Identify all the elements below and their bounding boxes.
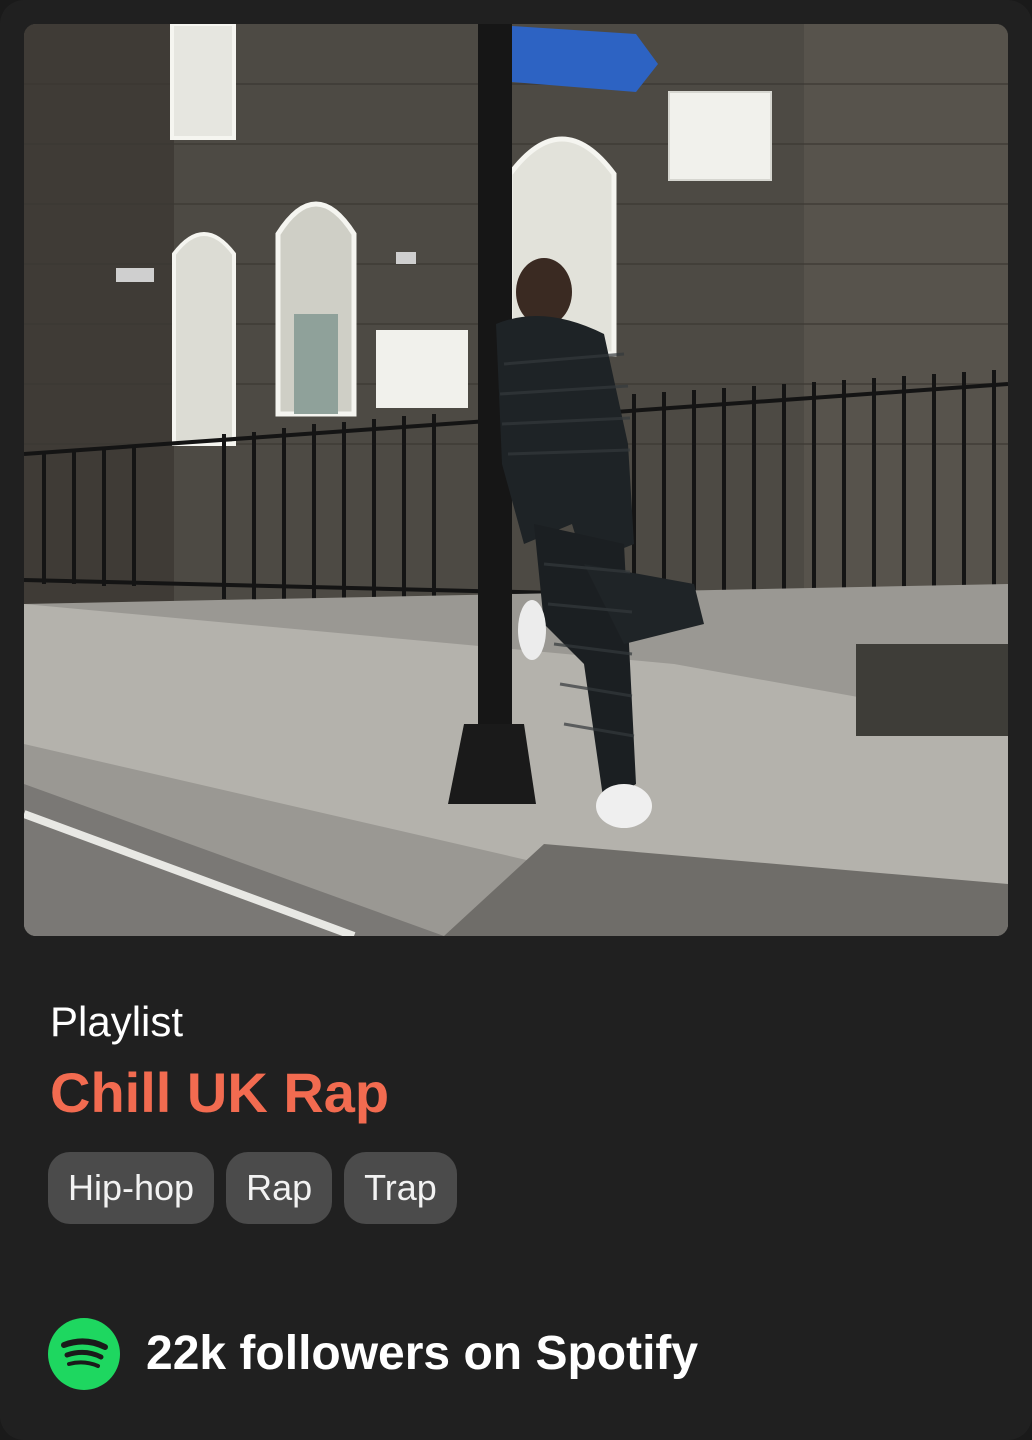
- spotify-icon: [48, 1318, 120, 1390]
- genre-tag-rap[interactable]: Rap: [226, 1152, 333, 1224]
- playlist-cover-image: [24, 24, 1008, 936]
- cover-photo-illustration: [24, 24, 1008, 936]
- followers-count-text: 22k followers on Spotify: [146, 1327, 699, 1380]
- genre-tag-hip-hop[interactable]: Hip-hop: [48, 1152, 215, 1224]
- playlist-title[interactable]: Chill UK Rap: [50, 1058, 389, 1128]
- playlist-card[interactable]: Playlist Chill UK Rap Hip-hop Rap Trap 2…: [0, 0, 1032, 1440]
- spotify-followers-row[interactable]: 22k followers on Spotify: [48, 1318, 698, 1390]
- genre-tag-trap[interactable]: Trap: [344, 1152, 457, 1224]
- genre-tags: Hip-hop Rap Trap: [48, 1152, 457, 1224]
- playlist-type-label: Playlist: [50, 998, 184, 1045]
